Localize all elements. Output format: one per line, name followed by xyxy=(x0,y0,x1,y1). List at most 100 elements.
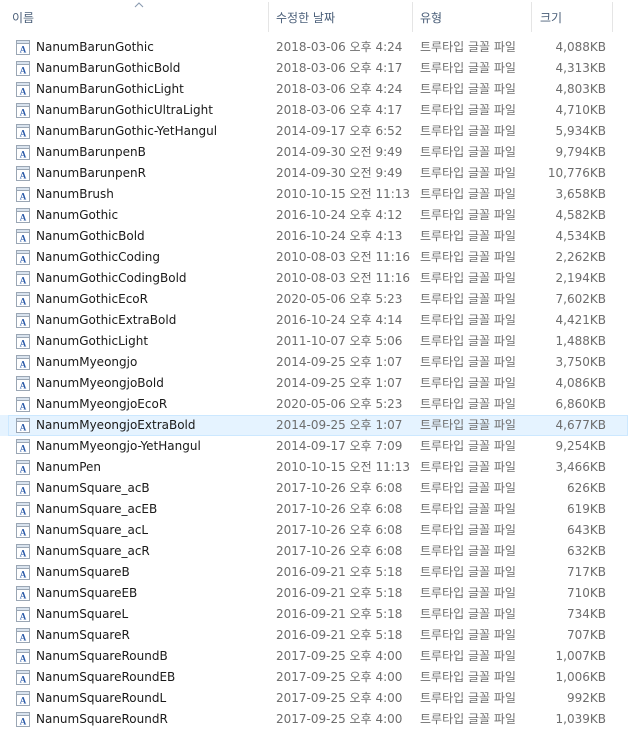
svg-text:A: A xyxy=(20,129,27,139)
file-size: 632KB xyxy=(566,544,606,558)
file-row[interactable]: A NanumGothicBold 2016-10-24 오후 4:13 트루타입 글… xyxy=(0,226,628,247)
file-type: 트루타입 글꼴 파일 xyxy=(420,670,516,684)
file-size: 5,934KB xyxy=(555,124,606,138)
file-modified-date: 2016-09-21 오후 5:18 xyxy=(276,565,403,579)
svg-text:A: A xyxy=(20,45,27,55)
file-name: NanumGothicCodingBold xyxy=(36,271,187,285)
column-header-size[interactable]: 크기 xyxy=(532,0,612,34)
column-header-date[interactable]: 수정한 날짜 xyxy=(269,0,412,34)
file-name: NanumMyeongjoEcoR xyxy=(36,397,168,411)
svg-text:A: A xyxy=(20,213,27,223)
file-type: 트루타입 글꼴 파일 xyxy=(420,376,516,390)
file-row[interactable]: A NanumSquareB 2016-09-21 오후 5:18 트루타입 글꼴 파… xyxy=(0,562,628,583)
svg-text:A: A xyxy=(20,150,27,160)
truetype-font-icon: A xyxy=(16,439,30,454)
file-row[interactable]: A NanumGothic 2016-10-24 오후 4:12 트루타입 글꼴 파일… xyxy=(0,205,628,226)
file-modified-date: 2018-03-06 오후 4:24 xyxy=(276,82,403,96)
file-row[interactable]: A NanumBarunpenR 2014-09-30 오전 9:49 트루타입 글꼴… xyxy=(0,163,628,184)
file-name: NanumSquareRoundL xyxy=(36,691,167,705)
file-size: 4,088KB xyxy=(555,40,606,54)
file-row[interactable]: A NanumBrush 2010-10-15 오전 11:13 트루타입 글꼴 파일… xyxy=(0,184,628,205)
file-type: 트루타입 글꼴 파일 xyxy=(420,607,516,621)
file-row[interactable]: A NanumMyeongjoExtraBold 2014-09-25 오후 1:0… xyxy=(0,415,628,436)
file-type: 트루타입 글꼴 파일 xyxy=(420,481,516,495)
file-row[interactable]: A NanumSquare_acEB 2017-10-26 오후 6:08 트루타입 … xyxy=(0,499,628,520)
file-size: 626KB xyxy=(566,481,606,495)
file-row[interactable]: A NanumBarunGothicBold 2018-03-06 오후 4:17 트… xyxy=(0,58,628,79)
file-type: 트루타입 글꼴 파일 xyxy=(420,544,516,558)
file-type: 트루타입 글꼴 파일 xyxy=(420,628,516,642)
file-type: 트루타입 글꼴 파일 xyxy=(420,334,516,348)
file-row[interactable]: A NanumGothicCodingBold 2010-08-03 오전 11:1… xyxy=(0,268,628,289)
column-header-type[interactable]: 유형 xyxy=(413,0,531,34)
file-size: 7,602KB xyxy=(555,292,606,306)
column-header-name[interactable]: 이름 xyxy=(0,0,268,34)
file-type: 트루타입 글꼴 파일 xyxy=(420,712,516,726)
svg-text:A: A xyxy=(20,549,27,559)
file-row[interactable]: A NanumBarunGothicUltraLight 2018-03-06 오후… xyxy=(0,100,628,121)
file-modified-date: 2010-08-03 오전 11:16 xyxy=(276,271,411,285)
file-size: 3,750KB xyxy=(555,355,606,369)
truetype-font-icon: A xyxy=(16,418,30,433)
file-size: 1,007KB xyxy=(555,649,606,663)
file-type: 트루타입 글꼴 파일 xyxy=(420,565,516,579)
file-row[interactable]: A NanumBarunGothic 2018-03-06 오후 4:24 트루타입 … xyxy=(0,37,628,58)
file-row[interactable]: A NanumSquareRoundR 2017-09-25 오후 4:00 트루타입… xyxy=(0,709,628,730)
file-row[interactable]: A NanumSquareRoundL 2017-09-25 오후 4:00 트루타입… xyxy=(0,688,628,709)
file-row[interactable]: A NanumBarunpenB 2014-09-30 오전 9:49 트루타입 글꼴… xyxy=(0,142,628,163)
file-row[interactable]: A NanumMyeongjoBold 2014-09-25 오후 1:07 트루타입… xyxy=(0,373,628,394)
svg-text:A: A xyxy=(20,612,27,622)
file-row[interactable]: A NanumSquare_acL 2017-10-26 오후 6:08 트루타입 글… xyxy=(0,520,628,541)
file-name: NanumGothicCoding xyxy=(36,250,161,264)
file-row[interactable]: A NanumMyeongjo 2014-09-25 오후 1:07 트루타입 글꼴 … xyxy=(0,352,628,373)
file-name: NanumSquare_acL xyxy=(36,523,149,537)
file-size: 717KB xyxy=(566,565,606,579)
file-row[interactable]: A NanumSquareRoundB 2017-09-25 오후 4:00 트루타입… xyxy=(0,646,628,667)
file-row[interactable]: A NanumSquareR 2016-09-21 오후 5:18 트루타입 글꼴 파… xyxy=(0,625,628,646)
file-modified-date: 2014-09-30 오전 9:49 xyxy=(276,166,403,180)
file-modified-date: 2014-09-17 오후 6:52 xyxy=(276,124,403,138)
file-modified-date: 2017-10-26 오후 6:08 xyxy=(276,544,403,558)
file-row[interactable]: A NanumSquare_acR 2017-10-26 오후 6:08 트루타입 글… xyxy=(0,541,628,562)
truetype-font-icon: A xyxy=(16,292,30,307)
file-row[interactable]: A NanumBarunGothic-YetHangul 2014-09-17 오후… xyxy=(0,121,628,142)
truetype-font-icon: A xyxy=(16,502,30,517)
svg-text:A: A xyxy=(20,108,27,118)
file-row[interactable]: A NanumSquare_acB 2017-10-26 오후 6:08 트루타입 글… xyxy=(0,478,628,499)
file-modified-date: 2020-05-06 오후 5:23 xyxy=(276,292,403,306)
file-row[interactable]: A NanumSquareL 2016-09-21 오후 5:18 트루타입 글꼴 파… xyxy=(0,604,628,625)
file-modified-date: 2010-10-15 오전 11:13 xyxy=(276,460,411,474)
file-size: 1,039KB xyxy=(555,712,606,726)
svg-text:A: A xyxy=(20,528,27,538)
svg-text:A: A xyxy=(20,381,27,391)
svg-text:A: A xyxy=(20,192,27,202)
file-name: NanumBarunGothic-YetHangul xyxy=(36,124,218,138)
file-size: 1,006KB xyxy=(555,670,606,684)
column-divider[interactable] xyxy=(612,2,613,32)
file-size: 4,677KB xyxy=(555,418,606,432)
file-row[interactable]: A NanumMyeongjoEcoR 2020-05-06 오후 5:23 트루타입… xyxy=(0,394,628,415)
file-size: 4,534KB xyxy=(555,229,606,243)
file-row[interactable]: A NanumSquareRoundEB 2017-09-25 오후 4:00 트루타… xyxy=(0,667,628,688)
svg-text:A: A xyxy=(20,486,27,496)
file-row[interactable]: A NanumSquareEB 2016-09-21 오후 5:18 트루타입 글꼴 … xyxy=(0,583,628,604)
file-size: 992KB xyxy=(566,691,606,705)
file-row[interactable]: A NanumMyeongjo-YetHangul 2014-09-17 오후 7:… xyxy=(0,436,628,457)
file-modified-date: 2010-10-15 오전 11:13 xyxy=(276,187,411,201)
file-row[interactable]: A NanumGothicExtraBold 2016-10-24 오후 4:14 트… xyxy=(0,310,628,331)
file-row[interactable]: A NanumBarunGothicLight 2018-03-06 오후 4:24… xyxy=(0,79,628,100)
file-row[interactable]: A NanumGothicEcoR 2020-05-06 오후 5:23 트루타입 글… xyxy=(0,289,628,310)
file-row[interactable]: A NanumPen 2010-10-15 오전 11:13 트루타입 글꼴 파일 3,… xyxy=(0,457,628,478)
file-row[interactable]: A NanumGothicCoding 2010-08-03 오전 11:16 트루타… xyxy=(0,247,628,268)
truetype-font-icon: A xyxy=(16,124,30,139)
truetype-font-icon: A xyxy=(16,103,30,118)
truetype-font-icon: A xyxy=(16,40,30,55)
file-modified-date: 2017-09-25 오후 4:00 xyxy=(276,649,403,663)
svg-text:A: A xyxy=(20,66,27,76)
file-type: 트루타입 글꼴 파일 xyxy=(420,649,516,663)
file-size: 707KB xyxy=(566,628,606,642)
truetype-font-icon: A xyxy=(16,607,30,622)
truetype-font-icon: A xyxy=(16,712,30,727)
file-row[interactable]: A NanumGothicLight 2011-10-07 오후 5:06 트루타입 … xyxy=(0,331,628,352)
file-name: NanumSquareRoundEB xyxy=(36,670,176,684)
